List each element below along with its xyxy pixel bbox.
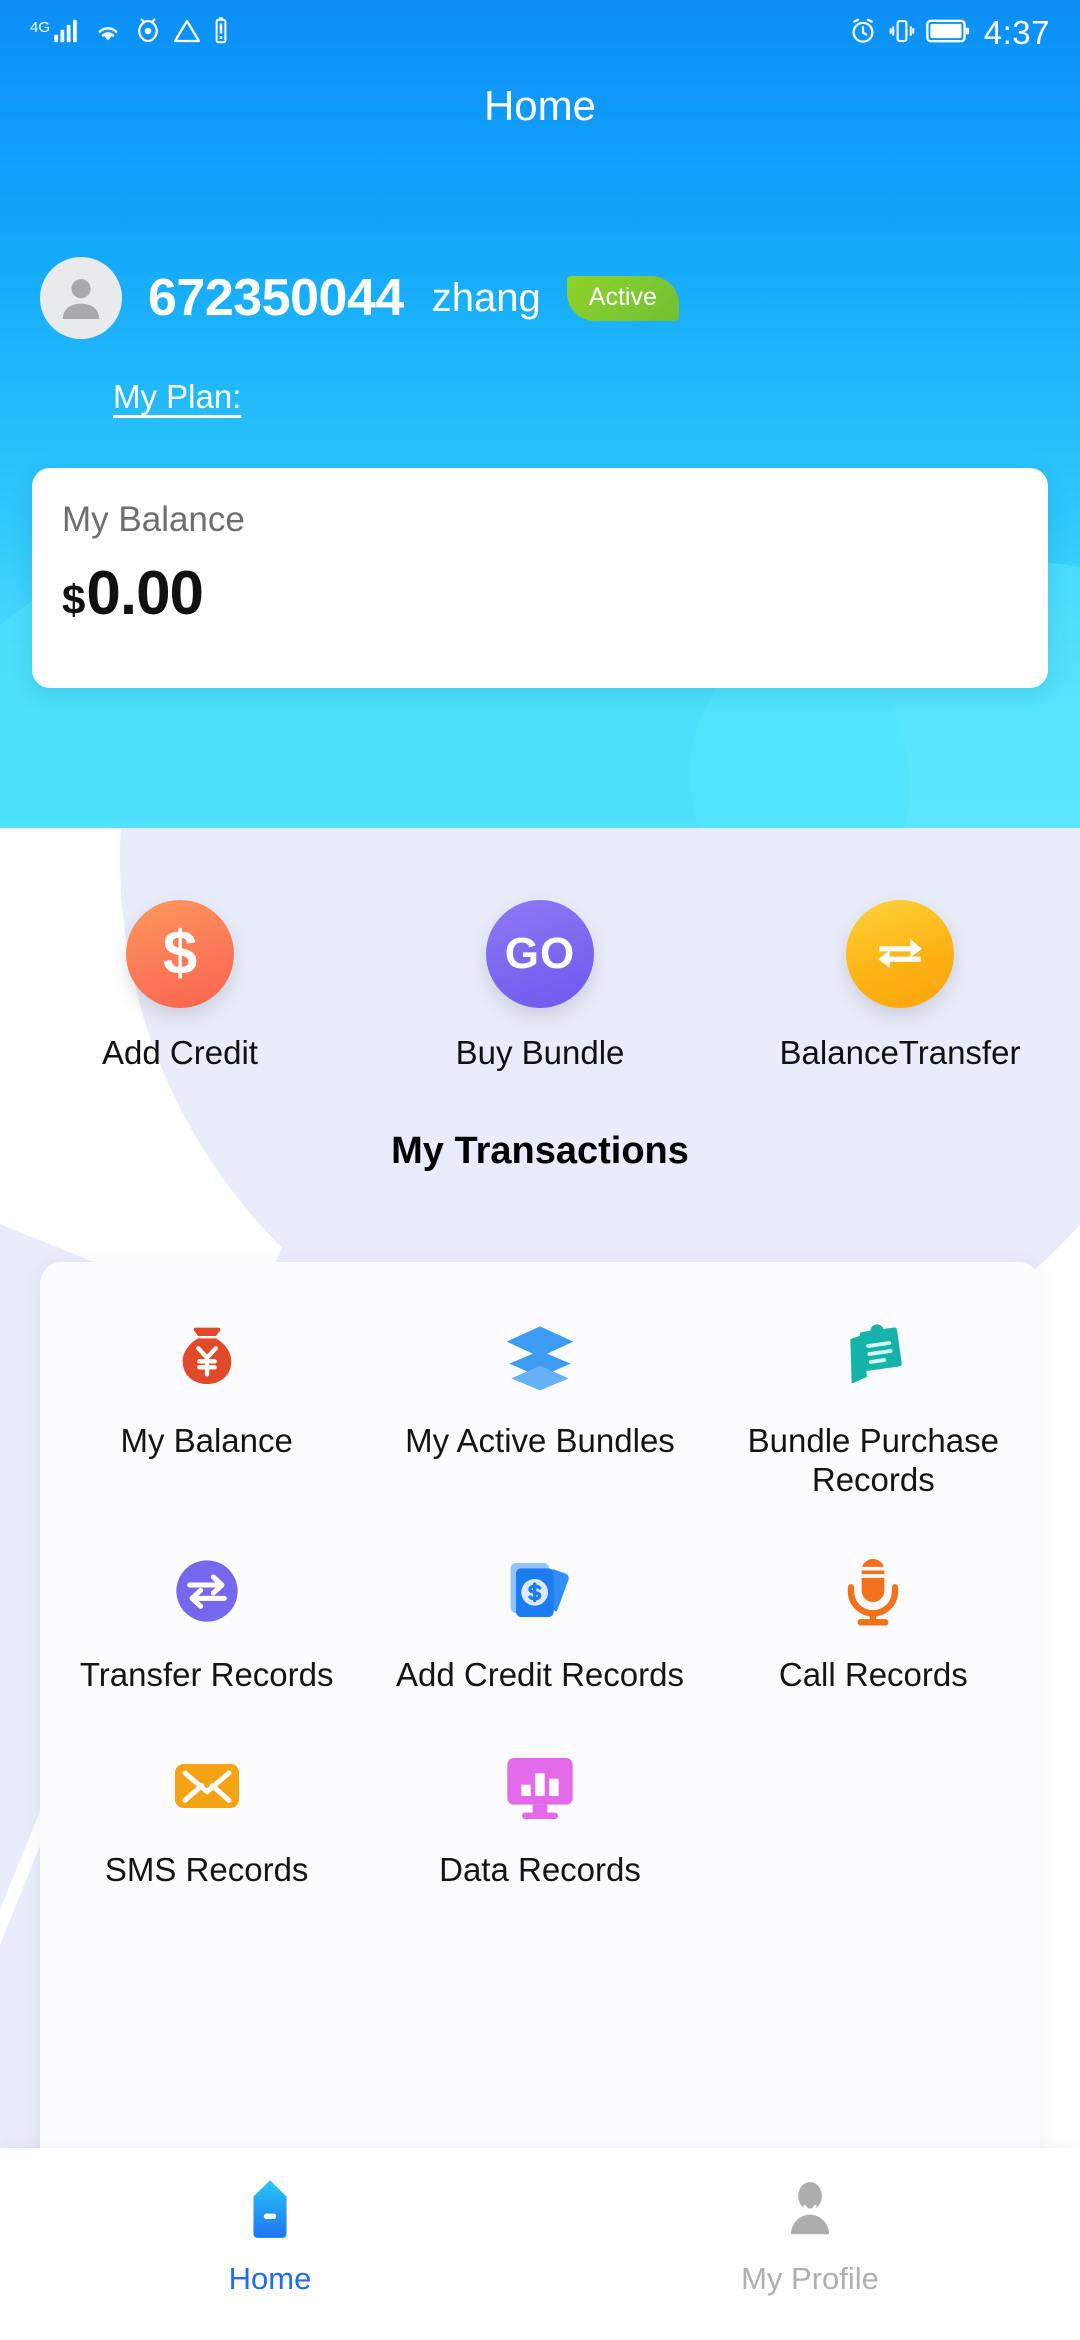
quick-action-add-credit[interactable]: $ Add Credit <box>0 900 360 1072</box>
bottom-navigation-bar: Home My Profile <box>0 2148 1080 2340</box>
tx-item-label: Data Records <box>439 1850 641 1888</box>
monitor-chart-icon <box>500 1737 580 1835</box>
tx-item-label: My Balance <box>120 1422 293 1459</box>
balance-currency-symbol: $ <box>62 576 86 623</box>
battery-icon <box>925 17 970 50</box>
nav-item-label: Home <box>228 2261 312 2296</box>
user-summary-row[interactable]: 672350044 zhang Active <box>40 257 679 339</box>
tx-item-bundle-purchase-records[interactable]: Bundle Purchase Records <box>707 1290 1040 1524</box>
quick-action-balance-transfer[interactable]: BalanceTransfer <box>720 900 1080 1072</box>
person-avatar-icon <box>62 279 100 319</box>
balance-amount-row: $ 0.00 <box>62 558 1048 629</box>
battery-small-icon <box>211 16 231 51</box>
tx-item-my-active-bundles[interactable]: My Active Bundles <box>373 1290 706 1524</box>
avatar[interactable] <box>40 257 122 339</box>
grid-spacer <box>707 1719 1040 1914</box>
transfer-arrows-glyph <box>878 939 922 968</box>
layers-stack-icon <box>500 1308 580 1406</box>
nav-item-label: My Profile <box>741 2261 879 2296</box>
section-title-transactions: My Transactions <box>391 1130 689 1172</box>
eye-icon <box>133 16 163 51</box>
tx-item-label: Add Credit Records <box>396 1655 684 1693</box>
tx-item-sms-records[interactable]: SMS Records <box>40 1719 373 1914</box>
clock-time: 4:37 <box>983 14 1050 51</box>
transfer-arrows-icon[interactable] <box>846 900 954 1008</box>
quick-action-label: Buy Bundle <box>455 1034 625 1071</box>
balance-amount-value: 0.00 <box>86 559 204 628</box>
envelope-icon <box>167 1737 247 1835</box>
person-icon <box>779 2173 841 2247</box>
status-bar-right-icons: 4:37 <box>848 14 1050 52</box>
microphone-icon <box>833 1542 913 1640</box>
quick-action-label: BalanceTransfer <box>779 1034 1021 1071</box>
tx-item-label: Transfer Records <box>79 1655 334 1693</box>
go-icon[interactable]: GO <box>486 900 594 1008</box>
wifi-icon <box>92 16 124 51</box>
status-bar-left-icons: 4G <box>30 16 231 51</box>
money-cards-icon <box>500 1542 580 1640</box>
msisdn-value: 672350044 <box>148 269 404 327</box>
nav-item-home[interactable]: Home <box>0 2148 540 2340</box>
quick-action-glyph: $ <box>162 919 198 988</box>
tx-item-label: My Active Bundles <box>405 1422 675 1459</box>
page-title: Home <box>483 82 597 129</box>
vibrate-icon <box>887 16 917 51</box>
dollar-icon[interactable]: $ <box>126 900 234 1008</box>
status-badge: Active <box>566 275 679 321</box>
tx-item-call-records[interactable]: Call Records <box>707 1524 1040 1719</box>
transactions-grid: My Balance My Active Bundles Bundle Purc… <box>40 1290 1040 1914</box>
tx-item-label: Call Records <box>778 1655 968 1693</box>
quick-actions-row: $ Add Credit GO Buy Bundle BalanceTransf… <box>0 900 1080 1072</box>
tx-item-my-balance[interactable]: My Balance <box>40 1290 373 1524</box>
status-bar: 4G 4:37 <box>0 0 1080 66</box>
warning-icon <box>172 16 202 51</box>
quick-action-glyph: GO <box>504 929 576 978</box>
tx-item-label: Bundle Purchase Records <box>747 1422 999 1498</box>
home-icon <box>239 2173 301 2247</box>
app-screen: 4G 4:37 Home 672350044 zhang Active My P… <box>0 0 1080 2340</box>
tx-item-label: SMS Records <box>104 1850 309 1888</box>
status-badge-wrapper: Active <box>566 275 679 321</box>
tx-item-transfer-records[interactable]: Transfer Records <box>40 1524 373 1719</box>
signal-icon <box>53 16 83 51</box>
network-type-label: 4G <box>30 18 51 36</box>
quick-action-label: Add Credit <box>102 1034 258 1071</box>
transfer-circle-icon <box>167 1542 247 1640</box>
money-bag-icon <box>167 1308 247 1406</box>
alarm-icon <box>848 16 878 51</box>
nav-item-my-profile[interactable]: My Profile <box>540 2148 1080 2340</box>
clipboard-records-icon <box>833 1308 913 1406</box>
tx-item-add-credit-records[interactable]: Add Credit Records <box>373 1524 706 1719</box>
username-value: zhang <box>431 275 541 320</box>
tx-item-data-records[interactable]: Data Records <box>373 1719 706 1914</box>
balance-card[interactable]: My Balance $ 0.00 <box>32 468 1048 688</box>
balance-label: My Balance <box>62 500 245 539</box>
my-plan-link[interactable]: My Plan: <box>113 378 241 416</box>
quick-action-buy-bundle[interactable]: GO Buy Bundle <box>360 900 720 1072</box>
